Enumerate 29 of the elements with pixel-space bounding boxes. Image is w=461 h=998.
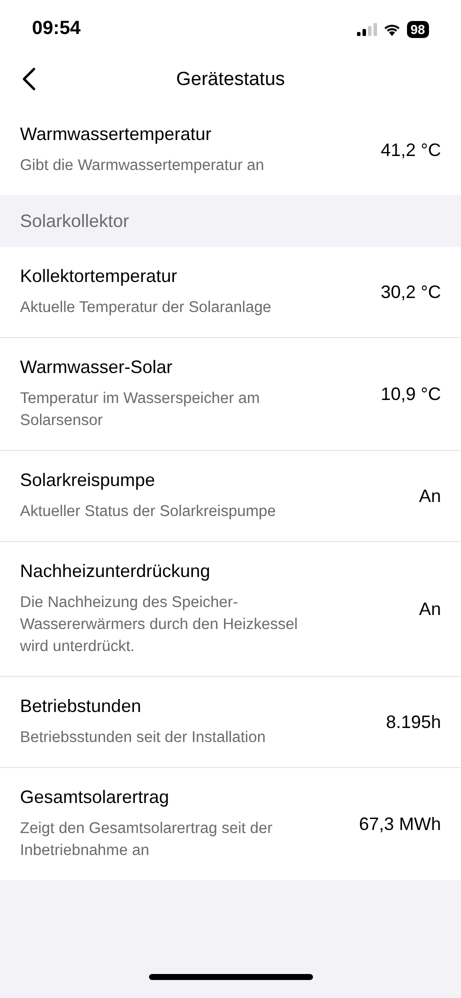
- setting-description: Aktueller Status der Solarkreispumpe: [20, 502, 277, 522]
- signal-icon: [356, 23, 377, 36]
- setting-description: Zeigt den Gesamtsolarertrag seit der Inbetriebnahme an: [20, 819, 274, 861]
- setting-value: 30,2 °C: [380, 280, 441, 304]
- setting-title: Kollektortemperatur: [20, 265, 178, 287]
- section-heading: Solarkollektor: [20, 210, 130, 232]
- wifi-icon: [382, 23, 401, 36]
- battery-indicator: 98: [406, 21, 429, 38]
- setting-value: An: [418, 598, 441, 620]
- setting-title: Solarkreispumpe: [20, 469, 156, 491]
- setting-value: 10,9 °C: [380, 382, 441, 406]
- screen-title: Gerätestatus: [176, 68, 285, 92]
- setting-description: Temperatur im Wasserspeicher am Solarsensor: [20, 389, 261, 431]
- setting-title: Warmwassertemperatur: [20, 123, 212, 145]
- back-icon: [22, 67, 36, 91]
- setting-value: 8.195h: [386, 710, 441, 734]
- setting-value: 41,2 °C: [380, 138, 441, 162]
- setting-title: Betriebstunden: [20, 695, 142, 717]
- setting-description: Gibt die Warmwassertemperatur an: [20, 156, 266, 176]
- setting-description: Aktuelle Temperatur der Solaranlage: [20, 298, 272, 318]
- back-button[interactable]: [22, 67, 36, 91]
- setting-value: 67,3 MWh: [358, 812, 441, 836]
- status-time: 09:54: [32, 17, 81, 42]
- setting-title: Gesamtsolarertrag: [20, 786, 170, 808]
- setting-value: An: [418, 484, 441, 508]
- setting-description: Betriebsstunden seit der Installation: [20, 728, 267, 748]
- setting-title: Nachheizunterdrückung: [20, 560, 212, 582]
- setting-description: Die Nachheizung des Speicher-Wassererwärmers durch den Heizkessel wird unterdrückt.: [20, 593, 299, 657]
- setting-title: Warmwasser-Solar: [20, 356, 174, 378]
